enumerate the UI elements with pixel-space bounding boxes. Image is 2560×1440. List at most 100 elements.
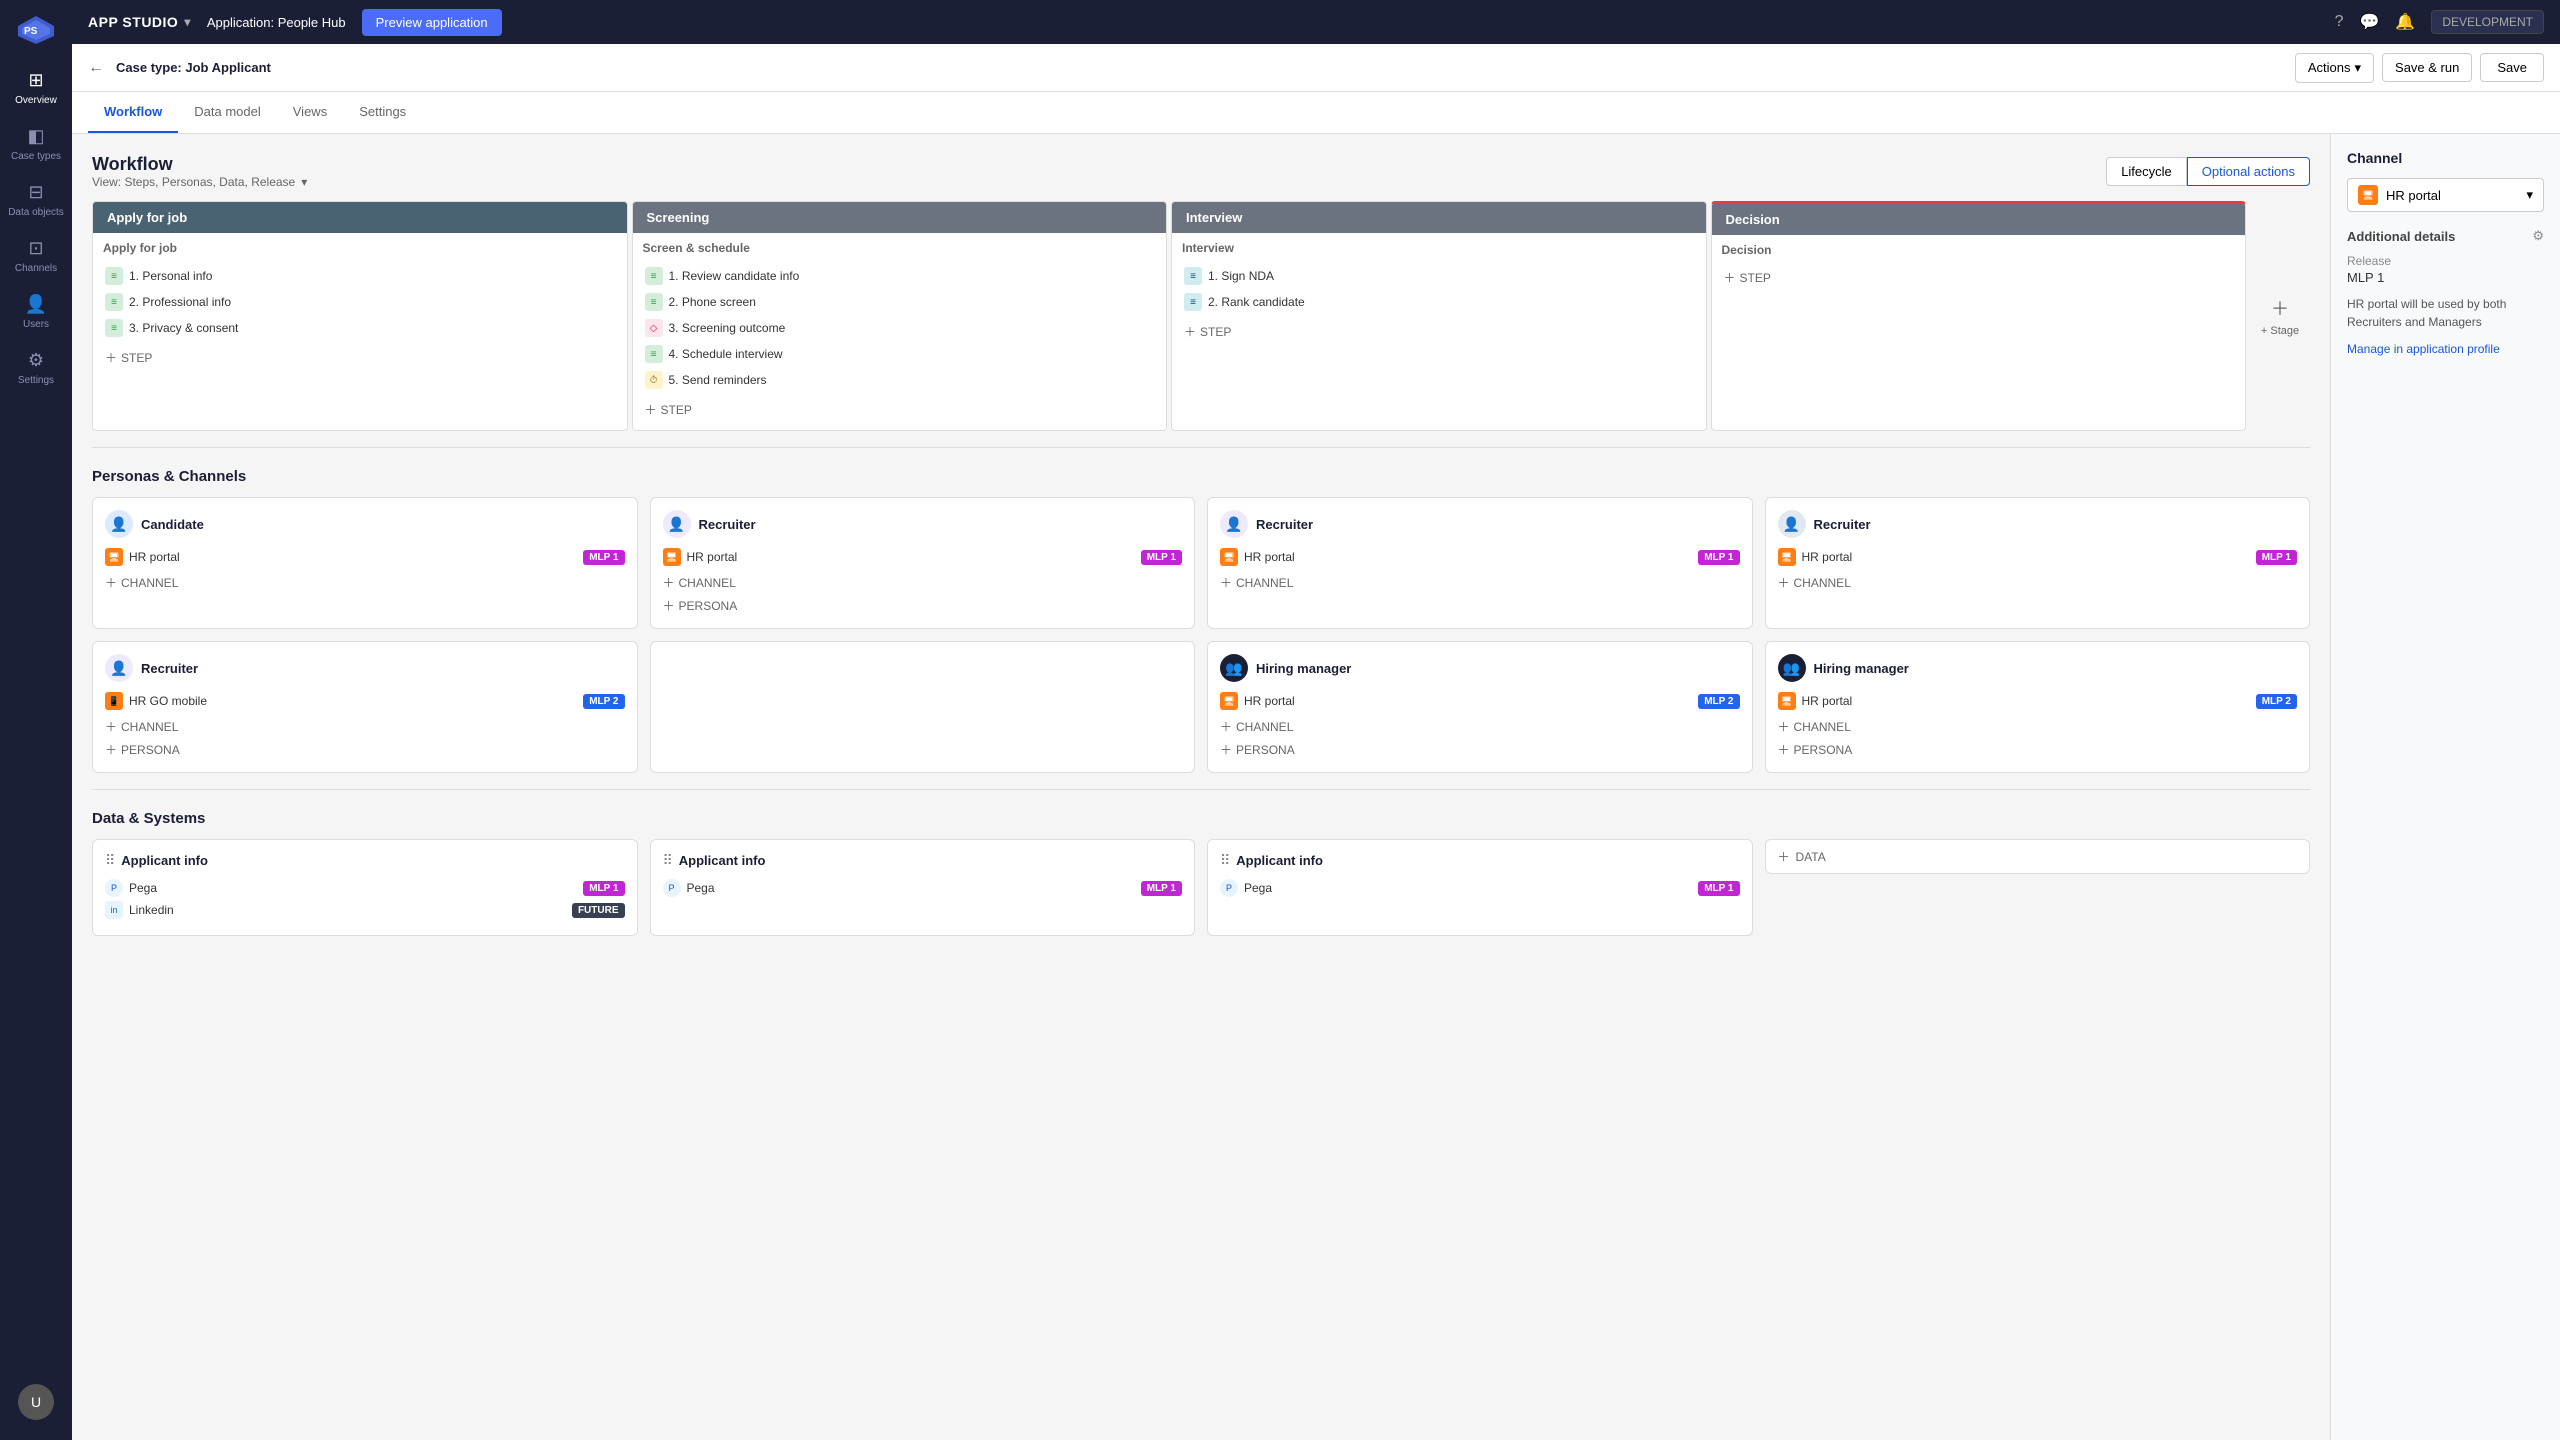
save-run-button[interactable]: Save & run <box>2382 53 2472 82</box>
actions-button[interactable]: Actions ▾ <box>2295 53 2374 83</box>
tab-settings[interactable]: Settings <box>343 92 422 133</box>
persona-avatar-recruiter-apply2: 👤 <box>105 654 133 682</box>
add-channel-icon-3: ＋ <box>1220 574 1232 591</box>
user-avatar[interactable]: U <box>18 1384 54 1420</box>
data-card-interview-name: Applicant info <box>1236 853 1323 868</box>
add-persona-icon-5: ＋ <box>105 741 117 758</box>
step-review-candidate[interactable]: ≡ 1. Review candidate info <box>643 263 1157 289</box>
stage-screening-section: Screen & schedule <box>643 241 1157 255</box>
optional-actions-button[interactable]: Optional actions <box>2187 157 2310 186</box>
add-step-interview[interactable]: ＋ STEP <box>1182 319 1696 344</box>
channel-panel-title: Channel <box>2347 150 2544 166</box>
app-name-chevron: ▾ <box>184 15 191 29</box>
actions-chevron-icon: ▾ <box>2355 60 2362 76</box>
tab-views[interactable]: Views <box>277 92 343 133</box>
release-value: MLP 1 <box>2347 270 2544 285</box>
preview-button[interactable]: Preview application <box>362 9 502 36</box>
add-channel-hiring-decision[interactable]: ＋ CHANNEL <box>1778 716 2298 737</box>
add-channel-decision[interactable]: ＋ CHANNEL <box>1778 572 2298 593</box>
add-persona-apply2[interactable]: ＋ PERSONA <box>105 739 625 760</box>
lifecycle-button[interactable]: Lifecycle <box>2106 157 2187 186</box>
step-phone-screen[interactable]: ≡ 2. Phone screen <box>643 289 1157 315</box>
add-step-screening-icon: ＋ <box>645 401 657 418</box>
add-stage-button[interactable]: ＋ + Stage <box>2250 201 2310 431</box>
linkedin-badge-apply: FUTURE <box>572 903 625 918</box>
svg-text:PS: PS <box>24 26 38 37</box>
add-step-decision[interactable]: ＋ STEP <box>1722 265 2236 290</box>
step-icon-schedule: ≡ <box>645 345 663 363</box>
chat-icon[interactable]: 💬 <box>2359 12 2379 32</box>
persona-avatar-hiring-interview: 👥 <box>1220 654 1248 682</box>
data-objects-icon: ⊟ <box>28 182 43 203</box>
channel-name-hr-portal-5: HR portal <box>1244 694 1692 708</box>
add-channel-interview[interactable]: ＋ CHANNEL <box>1220 572 1740 593</box>
data-card-interview: ⠿ Applicant info P Pega MLP 1 <box>1207 839 1753 936</box>
step-privacy-consent[interactable]: ≡ 3. Privacy & consent <box>103 315 617 341</box>
data-source-pega-screening: P Pega MLP 1 <box>663 879 1183 897</box>
add-channel-icon-1: ＋ <box>105 574 117 591</box>
persona-card-empty <box>650 641 1196 773</box>
stages-row: Apply for job Apply for job ≡ 1. Persona… <box>92 201 2310 431</box>
detail-note: HR portal will be used by both Recruiter… <box>2347 295 2544 331</box>
persona-name-recruiter-apply2: Recruiter <box>141 661 198 676</box>
step-professional-info[interactable]: ≡ 2. Professional info <box>103 289 617 315</box>
add-channel-hiring-interview[interactable]: ＋ CHANNEL <box>1220 716 1740 737</box>
dev-badge: DEVELOPMENT <box>2431 10 2544 34</box>
add-persona-hiring-decision[interactable]: ＋ PERSONA <box>1778 739 2298 760</box>
add-persona-icon-7: ＋ <box>1778 741 1790 758</box>
persona-name-hiring-interview: Hiring manager <box>1256 661 1351 676</box>
step-rank-candidate[interactable]: ≡ 2. Rank candidate <box>1182 289 1696 315</box>
sidebar-item-overview[interactable]: ⊞ Overview <box>0 60 72 116</box>
channel-select-chevron-icon: ▾ <box>2526 187 2533 203</box>
add-persona-hiring-interview[interactable]: ＋ PERSONA <box>1220 739 1740 760</box>
add-step-apply[interactable]: ＋ STEP <box>103 345 617 370</box>
persona-name-recruiter-screening: Recruiter <box>699 517 756 532</box>
step-screening-outcome[interactable]: ◇ 3. Screening outcome <box>643 315 1157 341</box>
sidebar-item-case-types[interactable]: ◧ Case types <box>0 116 72 172</box>
step-personal-info[interactable]: ≡ 1. Personal info <box>103 263 617 289</box>
sidebar-item-users[interactable]: 👤 Users <box>0 284 72 340</box>
channel-select-dropdown[interactable]: 🖥 HR portal ▾ <box>2347 178 2544 212</box>
data-dots-icon-interview: ⠿ <box>1220 852 1230 869</box>
casetype-bar: ← Case type: Job Applicant Actions ▾ Sav… <box>72 44 2560 92</box>
channel-badge-mlp1-4: MLP 1 <box>2256 550 2297 565</box>
persona-avatar-candidate: 👤 <box>105 510 133 538</box>
save-button[interactable]: Save <box>2480 53 2544 82</box>
app-logo[interactable]: PS <box>14 8 58 52</box>
settings-icon: ⚙ <box>28 350 44 371</box>
add-channel-apply2[interactable]: ＋ CHANNEL <box>105 716 625 737</box>
manage-link[interactable]: Manage in application profile <box>2347 342 2500 356</box>
add-step-screening[interactable]: ＋ STEP <box>643 397 1157 422</box>
data-source-pega-interview: P Pega MLP 1 <box>1220 879 1740 897</box>
persona-header-hiring-decision: 👥 Hiring manager <box>1778 654 2298 682</box>
channel-row-hr-go-mobile: 📱 HR GO mobile MLP 2 <box>105 692 625 710</box>
step-send-reminders[interactable]: ⏱ 5. Send reminders <box>643 367 1157 393</box>
add-persona-screening[interactable]: ＋ PERSONA <box>663 595 1183 616</box>
content-area: Workflow View: Steps, Personas, Data, Re… <box>72 134 2560 1440</box>
tab-data-model[interactable]: Data model <box>178 92 276 133</box>
channel-badge-mlp2-2: MLP 2 <box>1698 694 1739 709</box>
stage-interview-header: Interview <box>1172 202 1706 233</box>
workflow-main: Workflow View: Steps, Personas, Data, Re… <box>72 134 2330 1440</box>
add-channel-screening[interactable]: ＋ CHANNEL <box>663 572 1183 593</box>
back-button[interactable]: ← <box>88 59 104 77</box>
data-grid: ⠿ Applicant info P Pega MLP 1 in Linkedi… <box>92 839 2310 936</box>
step-sign-nda[interactable]: ≡ 1. Sign NDA <box>1182 263 1696 289</box>
case-types-icon: ◧ <box>27 126 44 147</box>
channel-icon-hr-portal-2: 🖥 <box>663 548 681 566</box>
notification-icon[interactable]: 🔔 <box>2395 12 2415 32</box>
add-channel-icon-6: ＋ <box>1220 718 1232 735</box>
gear-icon[interactable]: ⚙ <box>2532 228 2544 244</box>
tab-workflow[interactable]: Workflow <box>88 92 178 133</box>
sidebar: PS ⊞ Overview ◧ Case types ⊟ Data object… <box>0 0 72 1440</box>
help-icon[interactable]: ? <box>2335 13 2344 31</box>
sidebar-item-settings[interactable]: ⚙ Settings <box>0 340 72 396</box>
add-channel-candidate[interactable]: ＋ CHANNEL <box>105 572 625 593</box>
add-data-button[interactable]: ＋ DATA <box>1765 839 2311 874</box>
step-schedule-interview[interactable]: ≡ 4. Schedule interview <box>643 341 1157 367</box>
workflow-view-selector[interactable]: View: Steps, Personas, Data, Release ▾ <box>92 175 307 189</box>
sidebar-item-data-objects[interactable]: ⊟ Data objects <box>0 172 72 228</box>
sidebar-item-channels[interactable]: ⊡ Channels <box>0 228 72 284</box>
data-dots-icon-screening: ⠿ <box>663 852 673 869</box>
step-icon-nda: ≡ <box>1184 267 1202 285</box>
